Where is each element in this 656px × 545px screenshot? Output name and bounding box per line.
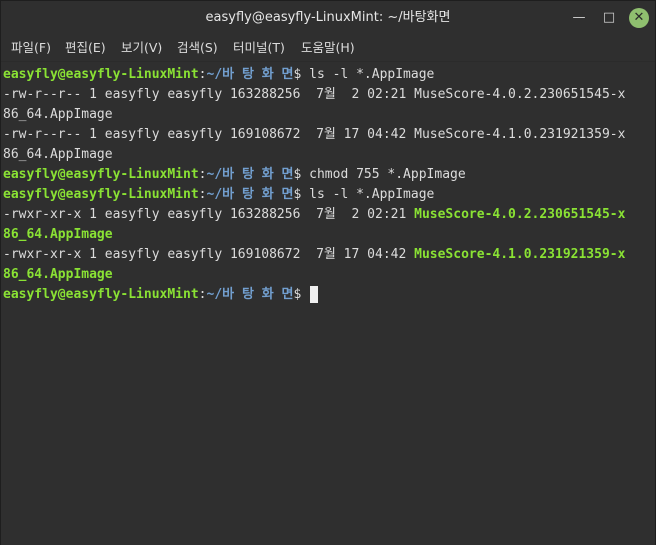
output-line: -rwxr-xr-x 1 easyfly easyfly 163288256 7…: [3, 205, 625, 225]
command-text: ls -l *.AppImage: [309, 187, 435, 202]
prompt-line: easyfly@easyfly-LinuxMint:~/바 탕 화 면$: [3, 285, 319, 305]
title-bar[interactable]: easyfly@easyfly-LinuxMint: ~/바탕화면 — □ ✕: [1, 1, 655, 35]
close-icon[interactable]: ✕: [629, 8, 649, 28]
prompt-line: easyfly@easyfly-LinuxMint:~/바 탕 화 면$ ls …: [3, 65, 434, 85]
menu-bar: 파일(F) 편집(E) 보기(V) 검색(S) 터미널(T) 도움말(H): [1, 35, 655, 61]
file-meta: -rwxr-xr-x 1 easyfly easyfly 169108672 7…: [3, 247, 415, 262]
prompt-user-host: easyfly@easyfly-LinuxMint: [3, 167, 199, 182]
prompt-path: ~/바 탕 화 면: [206, 287, 294, 302]
command-text: ls -l *.AppImage: [309, 67, 435, 82]
command-text: chmod 755 *.AppImage: [309, 167, 466, 182]
output-line: 86_64.AppImage: [3, 225, 113, 245]
window-title: easyfly@easyfly-LinuxMint: ~/바탕화면: [205, 10, 451, 25]
prompt-path: ~/바 탕 화 면: [206, 167, 294, 182]
output-line: -rwxr-xr-x 1 easyfly easyfly 169108672 7…: [3, 245, 625, 265]
prompt-user-host: easyfly@easyfly-LinuxMint: [3, 287, 199, 302]
prompt-dollar: $: [293, 187, 310, 202]
prompt-sep: :: [198, 167, 207, 182]
menu-file[interactable]: 파일(F): [9, 35, 53, 61]
menu-edit[interactable]: 편집(E): [63, 35, 108, 61]
prompt-dollar: $: [293, 287, 310, 302]
text-cursor: [310, 286, 319, 303]
executable-file-name: MuseScore-4.0.2.230651545-x: [414, 207, 626, 222]
prompt-dollar: $: [293, 167, 310, 182]
menu-help[interactable]: 도움말(H): [299, 35, 357, 61]
output-line: 86_64.AppImage: [3, 265, 113, 285]
prompt-sep: :: [198, 67, 207, 82]
prompt-sep: :: [198, 187, 207, 202]
prompt-user-host: easyfly@easyfly-LinuxMint: [3, 67, 199, 82]
output-line: -rw-r--r-- 1 easyfly easyfly 163288256 7…: [3, 87, 626, 102]
output-line: 86_64.AppImage: [3, 107, 113, 122]
executable-file-name: 86_64.AppImage: [3, 267, 113, 282]
output-line: -rw-r--r-- 1 easyfly easyfly 169108672 7…: [3, 127, 626, 142]
file-meta: -rwxr-xr-x 1 easyfly easyfly 163288256 7…: [3, 207, 415, 222]
prompt-dollar: $: [293, 67, 310, 82]
executable-file-name: MuseScore-4.1.0.231921359-x: [414, 247, 626, 262]
menu-terminal[interactable]: 터미널(T): [231, 35, 287, 61]
prompt-line: easyfly@easyfly-LinuxMint:~/바 탕 화 면$ chm…: [3, 165, 466, 185]
output-line: 86_64.AppImage: [3, 147, 113, 162]
menu-search[interactable]: 검색(S): [175, 35, 220, 61]
prompt-line: easyfly@easyfly-LinuxMint:~/바 탕 화 면$ ls …: [3, 185, 434, 205]
menu-view[interactable]: 보기(V): [119, 35, 164, 61]
terminal-output[interactable]: easyfly@easyfly-LinuxMint:~/바 탕 화 면$ ls …: [1, 62, 655, 545]
terminal-window: easyfly@easyfly-LinuxMint: ~/바탕화면 — □ ✕ …: [0, 0, 656, 545]
executable-file-name: 86_64.AppImage: [3, 227, 113, 242]
maximize-icon[interactable]: □: [599, 8, 619, 28]
prompt-path: ~/바 탕 화 면: [206, 187, 294, 202]
minimize-icon[interactable]: —: [569, 8, 589, 28]
prompt-path: ~/바 탕 화 면: [206, 67, 294, 82]
prompt-user-host: easyfly@easyfly-LinuxMint: [3, 187, 199, 202]
prompt-sep: :: [198, 287, 207, 302]
